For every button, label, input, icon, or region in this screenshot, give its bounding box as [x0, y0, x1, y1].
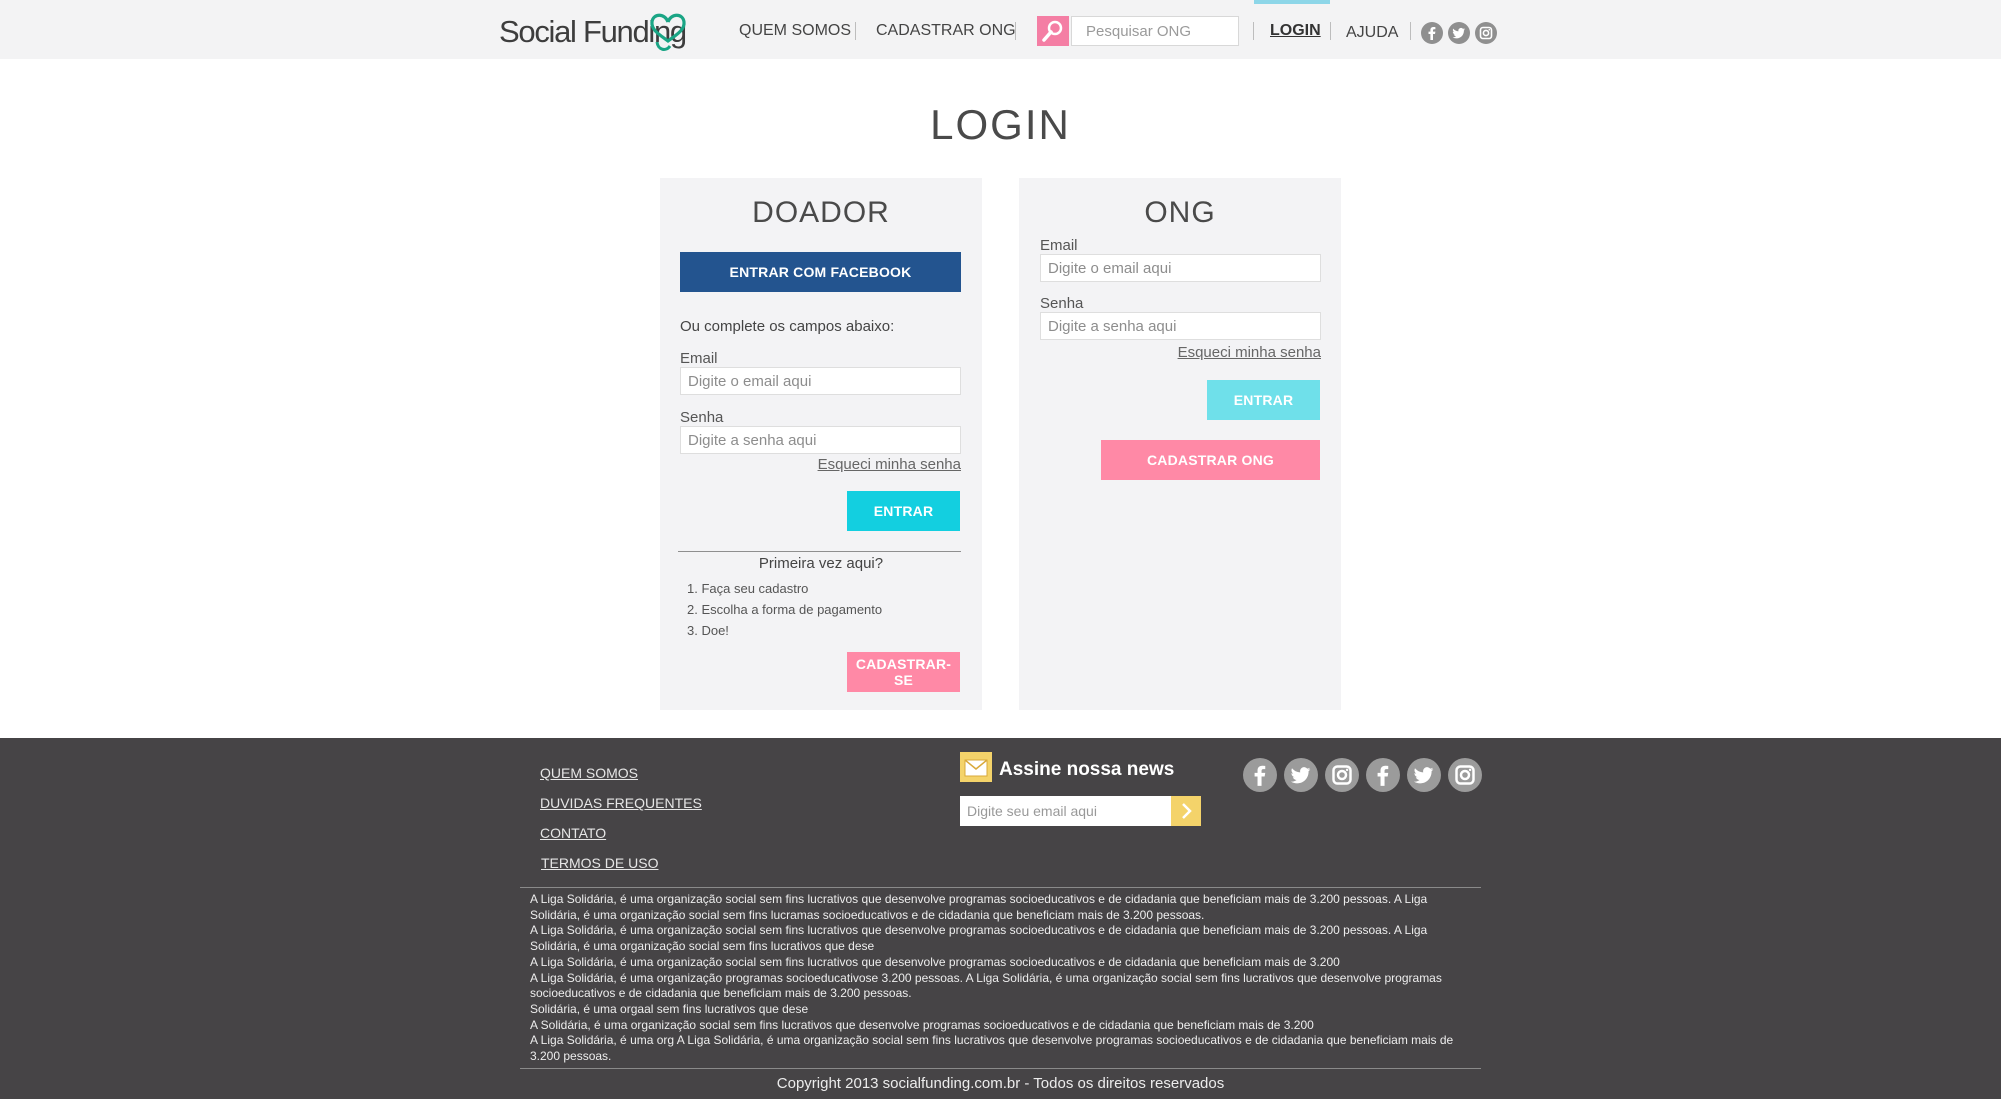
newsletter-email-input[interactable] — [960, 796, 1171, 826]
nav-divider — [1015, 22, 1016, 40]
doador-title: DOADOR — [752, 196, 890, 229]
doador-enter-button[interactable]: ENTRAR — [847, 491, 960, 531]
ong-email-label: Email — [1040, 237, 1078, 254]
ong-forgot-password-link[interactable]: Esqueci minha senha — [1178, 344, 1321, 361]
list-item: 1. Faça seu cadastro — [687, 581, 809, 596]
nav-divider — [1330, 22, 1331, 40]
top-header: Social Funding QUEM SOMOS CADASTRAR ONG … — [0, 0, 2001, 59]
ong-email-input[interactable] — [1040, 254, 1321, 282]
register-ong-button[interactable]: CADASTRAR ONG — [1101, 440, 1320, 480]
footer: QUEM SOMOS DUVIDAS FREQUENTES CONTATO TE… — [0, 738, 2001, 1099]
facebook-icon[interactable] — [1421, 22, 1443, 44]
doador-email-label: Email — [680, 350, 718, 367]
legal-paragraph: A Solidária, é uma organização social se… — [530, 1017, 1314, 1032]
legal-paragraph: A Liga Solidária, é uma organização soci… — [530, 923, 1428, 954]
first-time-heading: Primeira vez aqui? — [758, 555, 884, 572]
envelope-icon — [960, 752, 992, 782]
doador-email-input[interactable] — [680, 367, 961, 395]
doador-panel: DOADOR ENTRAR COM FACEBOOK Ou complete o… — [660, 178, 982, 710]
doador-password-label: Senha — [680, 409, 724, 426]
newsletter-submit-button[interactable] — [1171, 796, 1201, 826]
signup-steps-list: 1. Faça seu cadastro 2. Escolha a forma … — [687, 578, 882, 641]
nav-login[interactable]: LOGIN — [1270, 22, 1321, 40]
search-icon — [1042, 20, 1063, 42]
instagram-icon[interactable] — [1325, 758, 1359, 792]
nav-divider — [855, 22, 856, 40]
facebook-icon[interactable] — [1366, 758, 1400, 792]
nav-divider — [1410, 22, 1411, 40]
divider — [678, 551, 961, 552]
twitter-icon[interactable] — [1407, 758, 1441, 792]
twitter-icon[interactable] — [1448, 22, 1470, 44]
legal-paragraph: A Liga Solidária, é uma organização soci… — [530, 892, 1428, 922]
facebook-login-button[interactable]: ENTRAR COM FACEBOOK — [680, 252, 961, 292]
signup-button[interactable]: CADASTRAR-SE — [847, 652, 960, 692]
nav-divider — [1253, 22, 1254, 40]
ong-password-label: Senha — [1040, 295, 1084, 312]
list-item: 2. Escolha a forma de pagamento — [687, 602, 883, 617]
doador-password-input[interactable] — [680, 426, 961, 454]
active-tab-indicator — [1254, 0, 1330, 4]
ong-panel: ONG Email Senha Esqueci minha senha ENTR… — [1019, 178, 1341, 710]
legal-paragraph: A Liga Solidária, é uma organização soci… — [530, 954, 1340, 969]
chevron-right-icon — [1182, 803, 1192, 819]
doador-intro-text: Ou complete os campos abaixo: — [680, 318, 895, 335]
footer-link-quem-somos[interactable]: QUEM SOMOS — [540, 765, 638, 781]
page-title: LOGIN — [930, 101, 1071, 148]
copyright-text: Copyright 2013 socialfunding.com.br - To… — [776, 1075, 1225, 1092]
legal-text: A Liga Solidária, é uma organização soci… — [530, 892, 1475, 1065]
instagram-icon[interactable] — [1448, 758, 1482, 792]
newsletter-title: Assine nossa news — [999, 759, 1175, 780]
facebook-icon[interactable] — [1243, 758, 1277, 792]
twitter-icon[interactable] — [1284, 758, 1318, 792]
search-button[interactable] — [1037, 16, 1069, 46]
ong-enter-button[interactable]: ENTRAR — [1207, 380, 1320, 420]
footer-link-contato[interactable]: CONTATO — [540, 825, 606, 841]
list-item: 3. Doe! — [687, 623, 729, 638]
instagram-icon[interactable] — [1475, 22, 1497, 44]
heart-icon — [650, 13, 686, 51]
legal-paragraph: A Liga Solidária, é uma organização prog… — [530, 970, 1442, 1001]
footer-divider — [520, 1068, 1481, 1069]
footer-link-termos[interactable]: TERMOS DE USO — [541, 855, 658, 871]
nav-cadastrar-ong[interactable]: CADASTRAR ONG — [876, 22, 1016, 40]
nav-quem-somos[interactable]: QUEM SOMOS — [739, 22, 851, 40]
nav-ajuda[interactable]: AJUDA — [1346, 24, 1398, 42]
footer-divider — [520, 887, 1481, 888]
ong-title: ONG — [1144, 196, 1216, 229]
footer-link-duvidas[interactable]: DUVIDAS FREQUENTES — [540, 795, 702, 811]
legal-paragraph: A Liga Solidária, é uma org A Liga Solid… — [530, 1033, 1454, 1064]
legal-paragraph: Solidária, é uma orgaal sem fins lucrati… — [530, 1001, 809, 1016]
search-input[interactable] — [1071, 16, 1239, 46]
doador-forgot-password-link[interactable]: Esqueci minha senha — [818, 456, 961, 473]
ong-password-input[interactable] — [1040, 312, 1321, 340]
